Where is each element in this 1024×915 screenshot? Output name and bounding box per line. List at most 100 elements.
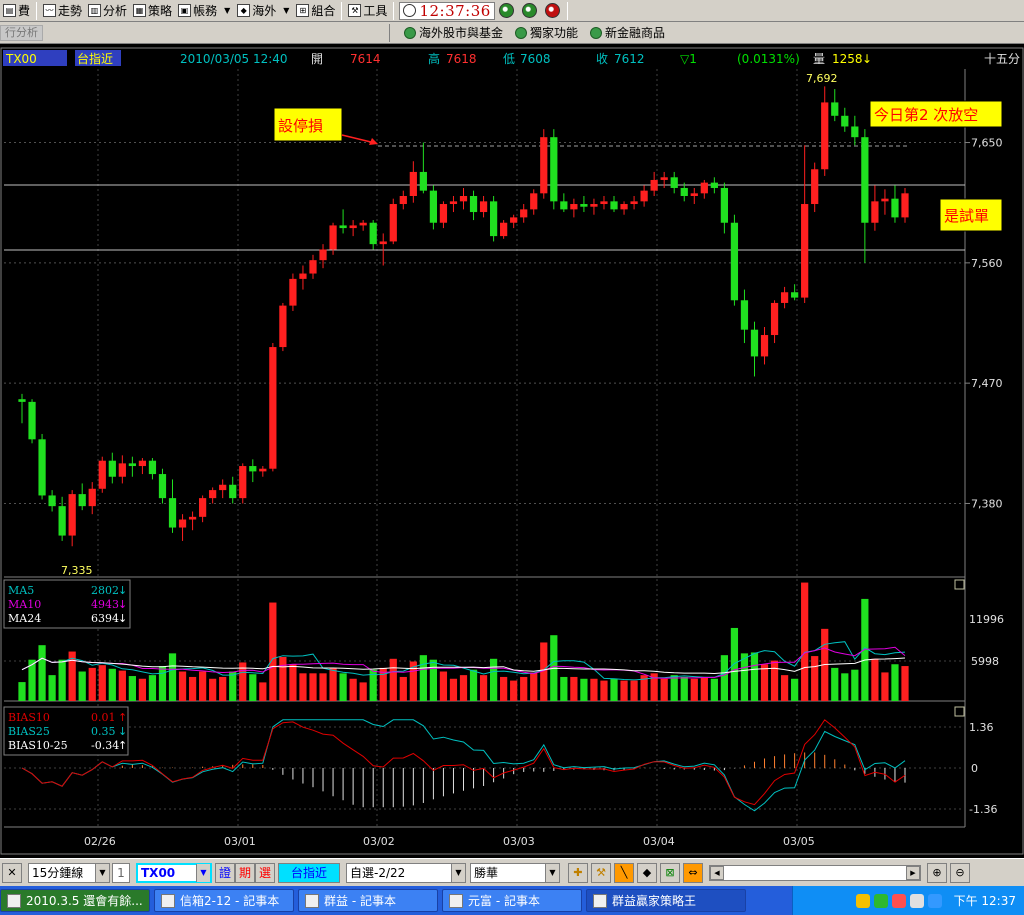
candle-body <box>540 137 548 194</box>
watchlist-select[interactable]: 自選-2/22 ▼ <box>346 862 466 883</box>
low-mark-label: 7,335 <box>61 564 93 577</box>
wrench-icon[interactable]: ⚒ <box>591 862 611 883</box>
candle-body <box>339 225 347 229</box>
stock-button[interactable]: 證 <box>215 862 235 883</box>
chevron-down-icon[interactable]: ▼ <box>196 863 210 882</box>
symbol-input[interactable]: TX00 ▼ <box>136 862 212 883</box>
menu-link-3[interactable]: 新金融商品 <box>590 24 665 41</box>
volume-bar <box>710 678 718 701</box>
eraser-icon[interactable]: ◆ <box>637 862 657 883</box>
toolbar-portfolio-button[interactable]: ⊞ 組合 <box>293 1 338 21</box>
draw-line-icon[interactable]: ╲ <box>614 862 634 883</box>
chart-scrollbar[interactable]: ◀ ▶ <box>709 864 921 881</box>
candle-body <box>309 260 317 274</box>
volume-bar <box>219 676 227 701</box>
taskbar-item-label: 群益 - 記事本 <box>324 894 396 908</box>
volume-bar <box>229 671 237 701</box>
report-icon: ▤ <box>3 4 16 17</box>
volume-bar <box>48 675 56 701</box>
zoom-in-icon[interactable]: ⊕ <box>927 862 947 883</box>
secondary-toolbar: 行分析 海外股市與基金 獨家功能 新金融商品 <box>0 22 1024 44</box>
tray-icon[interactable] <box>891 893 906 908</box>
tab-analysis[interactable]: 行分析 <box>0 24 43 41</box>
tray-icon[interactable] <box>927 893 942 908</box>
header-field: 7614 <box>350 52 381 66</box>
scroll-left-icon[interactable]: ◀ <box>710 865 724 880</box>
toolbar-divider <box>566 1 568 20</box>
candle-body <box>38 439 46 496</box>
tray-icon[interactable] <box>873 893 888 908</box>
stop-icon[interactable] <box>521 3 537 18</box>
toolbar-tools-button[interactable]: ⚒ 工具 <box>345 1 390 21</box>
volume-bar <box>680 676 688 701</box>
candle-body <box>891 198 899 218</box>
candle-body <box>690 193 698 196</box>
volume-bar <box>58 659 66 701</box>
toolbar-report-button[interactable]: ▤ 費 <box>0 1 33 21</box>
portfolio-icon: ⊞ <box>296 4 310 17</box>
period-select[interactable]: 15分鍾線 ▼ <box>28 862 110 883</box>
export-icon[interactable]: ⊠ <box>660 862 680 883</box>
chevron-down-icon[interactable]: ▼ <box>95 863 109 882</box>
chevron-down-icon[interactable]: ▼ <box>451 863 465 882</box>
taskbar-item[interactable]: 群益 - 記事本 <box>298 889 438 912</box>
record-icon[interactable] <box>544 3 560 18</box>
options-button[interactable]: 選 <box>255 862 275 883</box>
candle-body <box>88 488 96 507</box>
toolbar-overseas-button[interactable]: ◆ 海外 <box>234 1 279 21</box>
chevron-down-icon[interactable]: ▼ <box>545 863 559 882</box>
play-icon[interactable] <box>498 3 514 18</box>
candle-body <box>750 329 759 357</box>
tray-icon[interactable] <box>909 893 924 908</box>
candle-body <box>239 466 247 499</box>
bar-chart-icon: ▥ <box>88 4 102 17</box>
toolbar-trend-chart-button[interactable]: 〰走勢 <box>40 1 85 21</box>
down-arrow-icon: ↓ <box>118 598 127 611</box>
volume-bar <box>489 658 498 701</box>
tray-icon[interactable] <box>855 893 870 908</box>
globe-icon <box>404 26 416 39</box>
candle-body <box>841 115 849 127</box>
menu-link-1[interactable]: 海外股市與基金 <box>404 24 503 41</box>
candle-body <box>319 249 327 261</box>
volume-bar <box>329 667 337 701</box>
zoom-out-icon[interactable]: ⊖ <box>950 862 970 883</box>
crosshair-icon[interactable]: ✚ <box>568 862 588 883</box>
taskbar-item[interactable]: 群益贏家策略王 <box>586 889 746 912</box>
candle-body <box>168 498 177 528</box>
candle-body <box>469 196 478 213</box>
candlestick-chart[interactable]: TX00 台指近 2010/03/05 12:40 開 7614 高 7618 低 7608 收 7… <box>0 47 1024 855</box>
down-arrow-icon: ↓ <box>862 52 872 66</box>
toolbar-bar-chart-button[interactable]: ▥ 分析 <box>85 1 130 21</box>
volume-bar <box>600 680 608 701</box>
scroll-right-icon[interactable]: ▶ <box>906 865 920 880</box>
menu-link-2[interactable]: 獨家功能 <box>515 24 578 41</box>
volume-bar <box>319 673 327 701</box>
chevron-down-icon[interactable]: ▼ <box>283 6 289 15</box>
volume-bar <box>730 627 739 701</box>
broker-select[interactable]: 勝華 ▼ <box>470 862 560 883</box>
taskbar-item[interactable]: 信箱2-12 - 記事本 <box>154 889 294 912</box>
toolbar-item-label: 費 <box>18 4 31 18</box>
candle-body <box>108 460 116 477</box>
close-panel-icon[interactable]: ✕ <box>2 862 22 883</box>
legend-series-value: 0.35 <box>91 725 116 738</box>
candle-body <box>479 201 488 213</box>
chevron-down-icon[interactable]: ▼ <box>224 6 230 15</box>
menu-link-label: 獨家功能 <box>530 26 579 40</box>
candle-body <box>500 222 508 237</box>
candle-body <box>821 102 829 170</box>
taskbar-item[interactable]: 元富 - 記事本 <box>442 889 582 912</box>
taskbar-item[interactable]: 2010.3.5 還會有餘... <box>0 889 150 912</box>
volume-bar <box>429 659 438 701</box>
candle-body <box>791 292 799 298</box>
candle-body <box>369 222 377 245</box>
count-field[interactable]: 1 <box>112 862 130 883</box>
candle-body <box>68 494 76 536</box>
date-tick-label: 03/02 <box>363 835 395 848</box>
chart-area[interactable]: TX00 台指近 2010/03/05 12:40 開 7614 高 7618 低 7608 收 7… <box>0 47 1024 855</box>
toolbar-account-button[interactable]: ▣ 帳務 <box>175 1 220 21</box>
futures-button[interactable]: 期 <box>235 862 255 883</box>
zoom-range-icon[interactable]: ⇔ <box>683 862 703 883</box>
toolbar-strategy-button[interactable]: ▦ 策略 <box>130 1 175 21</box>
